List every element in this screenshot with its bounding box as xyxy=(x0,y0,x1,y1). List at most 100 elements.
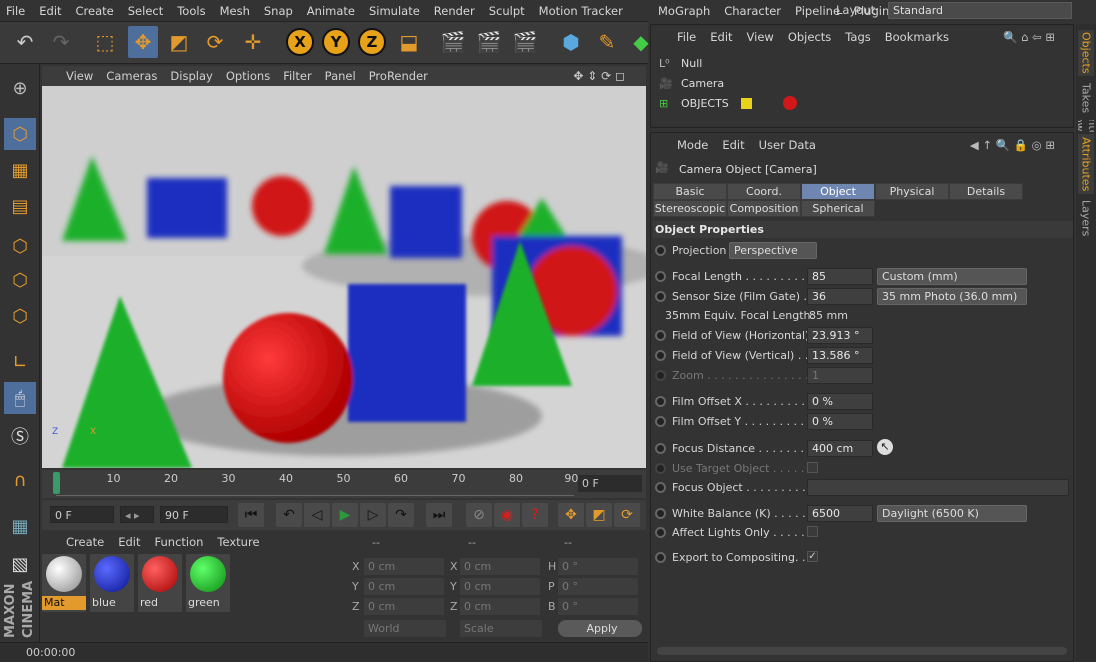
tab-object[interactable]: Object xyxy=(801,183,875,200)
key-scale-icon[interactable]: ◩ xyxy=(586,503,612,527)
objects-menu-file[interactable]: File xyxy=(677,30,696,44)
sensor-preset-dropdown[interactable]: 35 mm Photo (36.0 mm) xyxy=(877,288,1027,305)
fov-h-field[interactable]: 23.913 ° xyxy=(807,327,873,344)
live-select-icon[interactable]: ⬚ xyxy=(90,26,120,58)
focus-distance-field[interactable]: 400 cm xyxy=(807,440,873,457)
tab-details[interactable]: Details xyxy=(949,183,1023,200)
render-picture-viewer-icon[interactable]: 🎬 xyxy=(474,26,504,58)
points-mode-icon[interactable]: ⬡ xyxy=(4,230,36,262)
animate-radio[interactable] xyxy=(655,270,666,282)
workplane-icon[interactable]: ▤ xyxy=(4,190,36,222)
material-menu-texture[interactable]: Texture xyxy=(217,535,259,549)
layer-color-swatch[interactable] xyxy=(741,97,752,109)
object-manager-nav-icon[interactable]: 🔍 ⌂ ⇦ ⊞ xyxy=(1003,30,1055,44)
menu-motion-tracker[interactable]: Motion Tracker xyxy=(539,4,623,18)
animate-radio[interactable] xyxy=(655,551,666,563)
coordinate-system-icon[interactable]: ⬓ xyxy=(394,26,424,58)
object-row-objects[interactable]: ⊞ OBJECTS xyxy=(659,93,797,113)
play-icon[interactable]: ▶ xyxy=(332,503,358,527)
film-offset-y-field[interactable]: 0 % xyxy=(807,413,873,430)
model-mode-icon[interactable]: ⬡ xyxy=(4,118,36,150)
attr-menu-userdata[interactable]: User Data xyxy=(759,138,816,152)
material-tag-icon[interactable] xyxy=(783,96,797,110)
viewport-menu-options[interactable]: Options xyxy=(226,69,270,83)
z-axis-button[interactable]: Z xyxy=(358,28,386,56)
scale-icon[interactable]: ◩ xyxy=(164,26,194,58)
white-balance-field[interactable]: 6500 xyxy=(807,505,873,522)
material-swatch[interactable]: red xyxy=(138,554,182,612)
end-frame-field[interactable]: 90 F xyxy=(160,506,228,523)
export-compositing-checkbox[interactable]: ✓ xyxy=(807,551,818,562)
side-tab-attributes[interactable]: Attributes xyxy=(1078,134,1094,194)
current-frame-field[interactable]: 0 F xyxy=(578,475,642,492)
axis-mode-icon[interactable]: ∟ xyxy=(4,346,36,378)
object-row-null[interactable]: L⁰ Null xyxy=(659,53,702,73)
affect-lights-checkbox[interactable] xyxy=(807,526,818,537)
material-menu-function[interactable]: Function xyxy=(155,535,204,549)
sensor-size-field[interactable]: 36 xyxy=(807,288,873,305)
viewport-menu-display[interactable]: Display xyxy=(170,69,212,83)
world-dropdown[interactable]: World xyxy=(364,620,446,637)
menu-snap[interactable]: Snap xyxy=(264,4,293,18)
size-y-field[interactable]: 0 cm xyxy=(460,578,540,595)
animate-radio[interactable] xyxy=(655,481,666,493)
menu-simulate[interactable]: Simulate xyxy=(369,4,420,18)
position-y-field[interactable]: 0 cm xyxy=(364,578,444,595)
objects-menu-bookmarks[interactable]: Bookmarks xyxy=(885,30,949,44)
menu-select[interactable]: Select xyxy=(128,4,163,18)
rotation-b-field[interactable]: 0 ° xyxy=(558,598,638,615)
key-rotation-icon[interactable]: ⟳ xyxy=(614,503,640,527)
go-to-start-icon[interactable]: ⏮ xyxy=(238,503,264,527)
next-frame-icon[interactable]: ▷ xyxy=(360,503,386,527)
snap-icon[interactable]: ∩ xyxy=(4,464,36,496)
animate-radio[interactable] xyxy=(655,244,666,256)
viewport-3d[interactable]: Z X xyxy=(42,86,646,468)
tab-basic[interactable]: Basic xyxy=(653,183,727,200)
rotation-p-field[interactable]: 0 ° xyxy=(558,578,638,595)
attr-menu-edit[interactable]: Edit xyxy=(722,138,744,152)
menu-edit[interactable]: Edit xyxy=(39,4,61,18)
animate-radio[interactable] xyxy=(655,442,666,454)
menu-sculpt[interactable]: Sculpt xyxy=(489,4,525,18)
animate-radio[interactable] xyxy=(655,329,666,341)
render-settings-icon[interactable]: 🎬 xyxy=(510,26,540,58)
size-z-field[interactable]: 0 cm xyxy=(460,598,540,615)
material-swatch[interactable]: Mat xyxy=(42,554,86,612)
position-x-field[interactable]: 0 cm xyxy=(364,558,444,575)
objects-menu-tags[interactable]: Tags xyxy=(845,30,870,44)
projection-dropdown[interactable]: Perspective xyxy=(729,242,817,259)
cube-icon[interactable]: ⬢ xyxy=(556,26,586,58)
menu-render[interactable]: Render xyxy=(434,4,475,18)
white-balance-dropdown[interactable]: Daylight (6500 K) xyxy=(877,505,1027,522)
layout-select[interactable]: Standard xyxy=(888,2,1072,19)
pick-focus-icon[interactable]: ↖ xyxy=(877,439,893,455)
make-editable-icon[interactable]: ⊕ xyxy=(4,72,36,104)
tweak-mode-icon[interactable]: 🖱 xyxy=(4,382,36,414)
x-axis-button[interactable]: X xyxy=(286,28,314,56)
menu-mograph[interactable]: MoGraph xyxy=(658,4,710,18)
pen-icon[interactable]: ✎ xyxy=(592,26,622,58)
tab-physical[interactable]: Physical xyxy=(875,183,949,200)
apply-button[interactable]: Apply xyxy=(558,620,642,637)
playhead[interactable] xyxy=(53,472,60,494)
tab-composition[interactable]: Composition xyxy=(727,200,801,217)
attr-menu-mode[interactable]: Mode xyxy=(677,138,708,152)
objects-menu-edit[interactable]: Edit xyxy=(710,30,732,44)
viewport-menu-cameras[interactable]: Cameras xyxy=(106,69,157,83)
viewport-nav-icon[interactable]: ✥ ⇕ ⟳ ◻ xyxy=(573,69,625,83)
position-z-field[interactable]: 0 cm xyxy=(364,598,444,615)
locked-workplane-icon[interactable]: ▧ xyxy=(4,548,36,580)
viewport-menu-view[interactable]: View xyxy=(66,69,93,83)
undo-icon[interactable]: ↶ xyxy=(10,26,40,58)
object-row-camera[interactable]: 🎥 Camera xyxy=(659,73,724,93)
film-offset-x-field[interactable]: 0 % xyxy=(807,393,873,410)
fov-v-field[interactable]: 13.586 ° xyxy=(807,347,873,364)
side-tab-content-browser[interactable]: Content Browser xyxy=(1078,120,1094,132)
menu-animate[interactable]: Animate xyxy=(307,4,355,18)
viewport-menu-panel[interactable]: Panel xyxy=(325,69,356,83)
tab-stereoscopic[interactable]: Stereoscopic xyxy=(653,200,727,217)
attribute-scrollbar[interactable] xyxy=(657,647,1067,655)
animate-radio[interactable] xyxy=(655,369,666,381)
animate-radio[interactable] xyxy=(655,395,666,407)
menu-character[interactable]: Character xyxy=(724,4,781,18)
